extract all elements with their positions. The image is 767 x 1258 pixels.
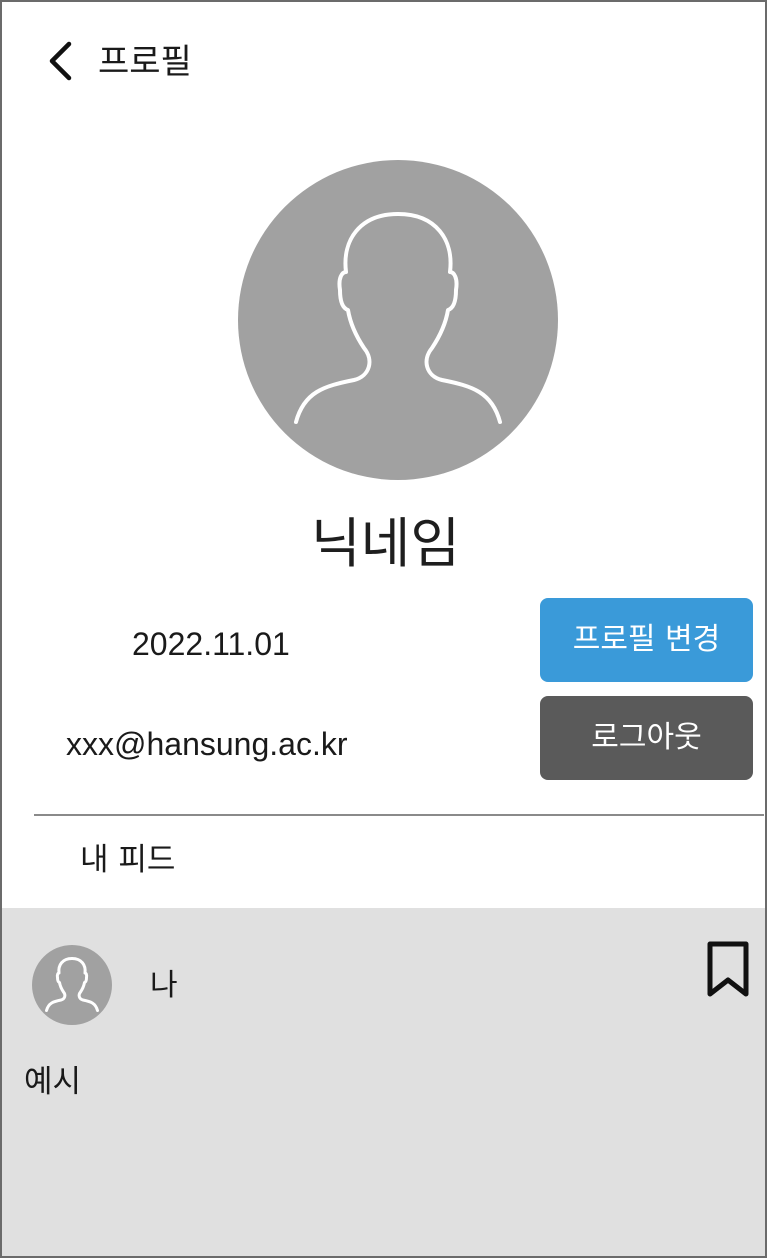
feed-post[interactable]: 나 예시: [2, 908, 765, 1256]
divider: [34, 814, 764, 816]
join-date: 2022.11.01: [132, 626, 290, 662]
my-feed-title: 내 피드: [80, 842, 176, 878]
post-author-avatar: [32, 945, 112, 1025]
user-silhouette-icon: [45, 957, 99, 1012]
user-silhouette-icon: [294, 212, 502, 424]
bookmark-button[interactable]: [702, 938, 754, 1000]
nickname: 닉네임: [310, 512, 461, 575]
back-button[interactable]: [40, 38, 80, 84]
email: xxx@hansung.ac.kr: [66, 726, 348, 762]
bookmark-icon: [707, 941, 749, 997]
profile-avatar: [238, 160, 558, 480]
profile-screen: 프로필 닉네임 2022.11.01 xxx@hansung.ac.kr 프로필…: [0, 0, 767, 1258]
logout-button[interactable]: 로그아웃: [540, 696, 753, 780]
post-author-name: 나: [150, 968, 178, 1003]
page-title: 프로필: [98, 42, 192, 82]
post-content: 예시: [24, 1064, 82, 1100]
chevron-left-icon: [49, 41, 72, 81]
edit-profile-button[interactable]: 프로필 변경: [540, 598, 753, 682]
